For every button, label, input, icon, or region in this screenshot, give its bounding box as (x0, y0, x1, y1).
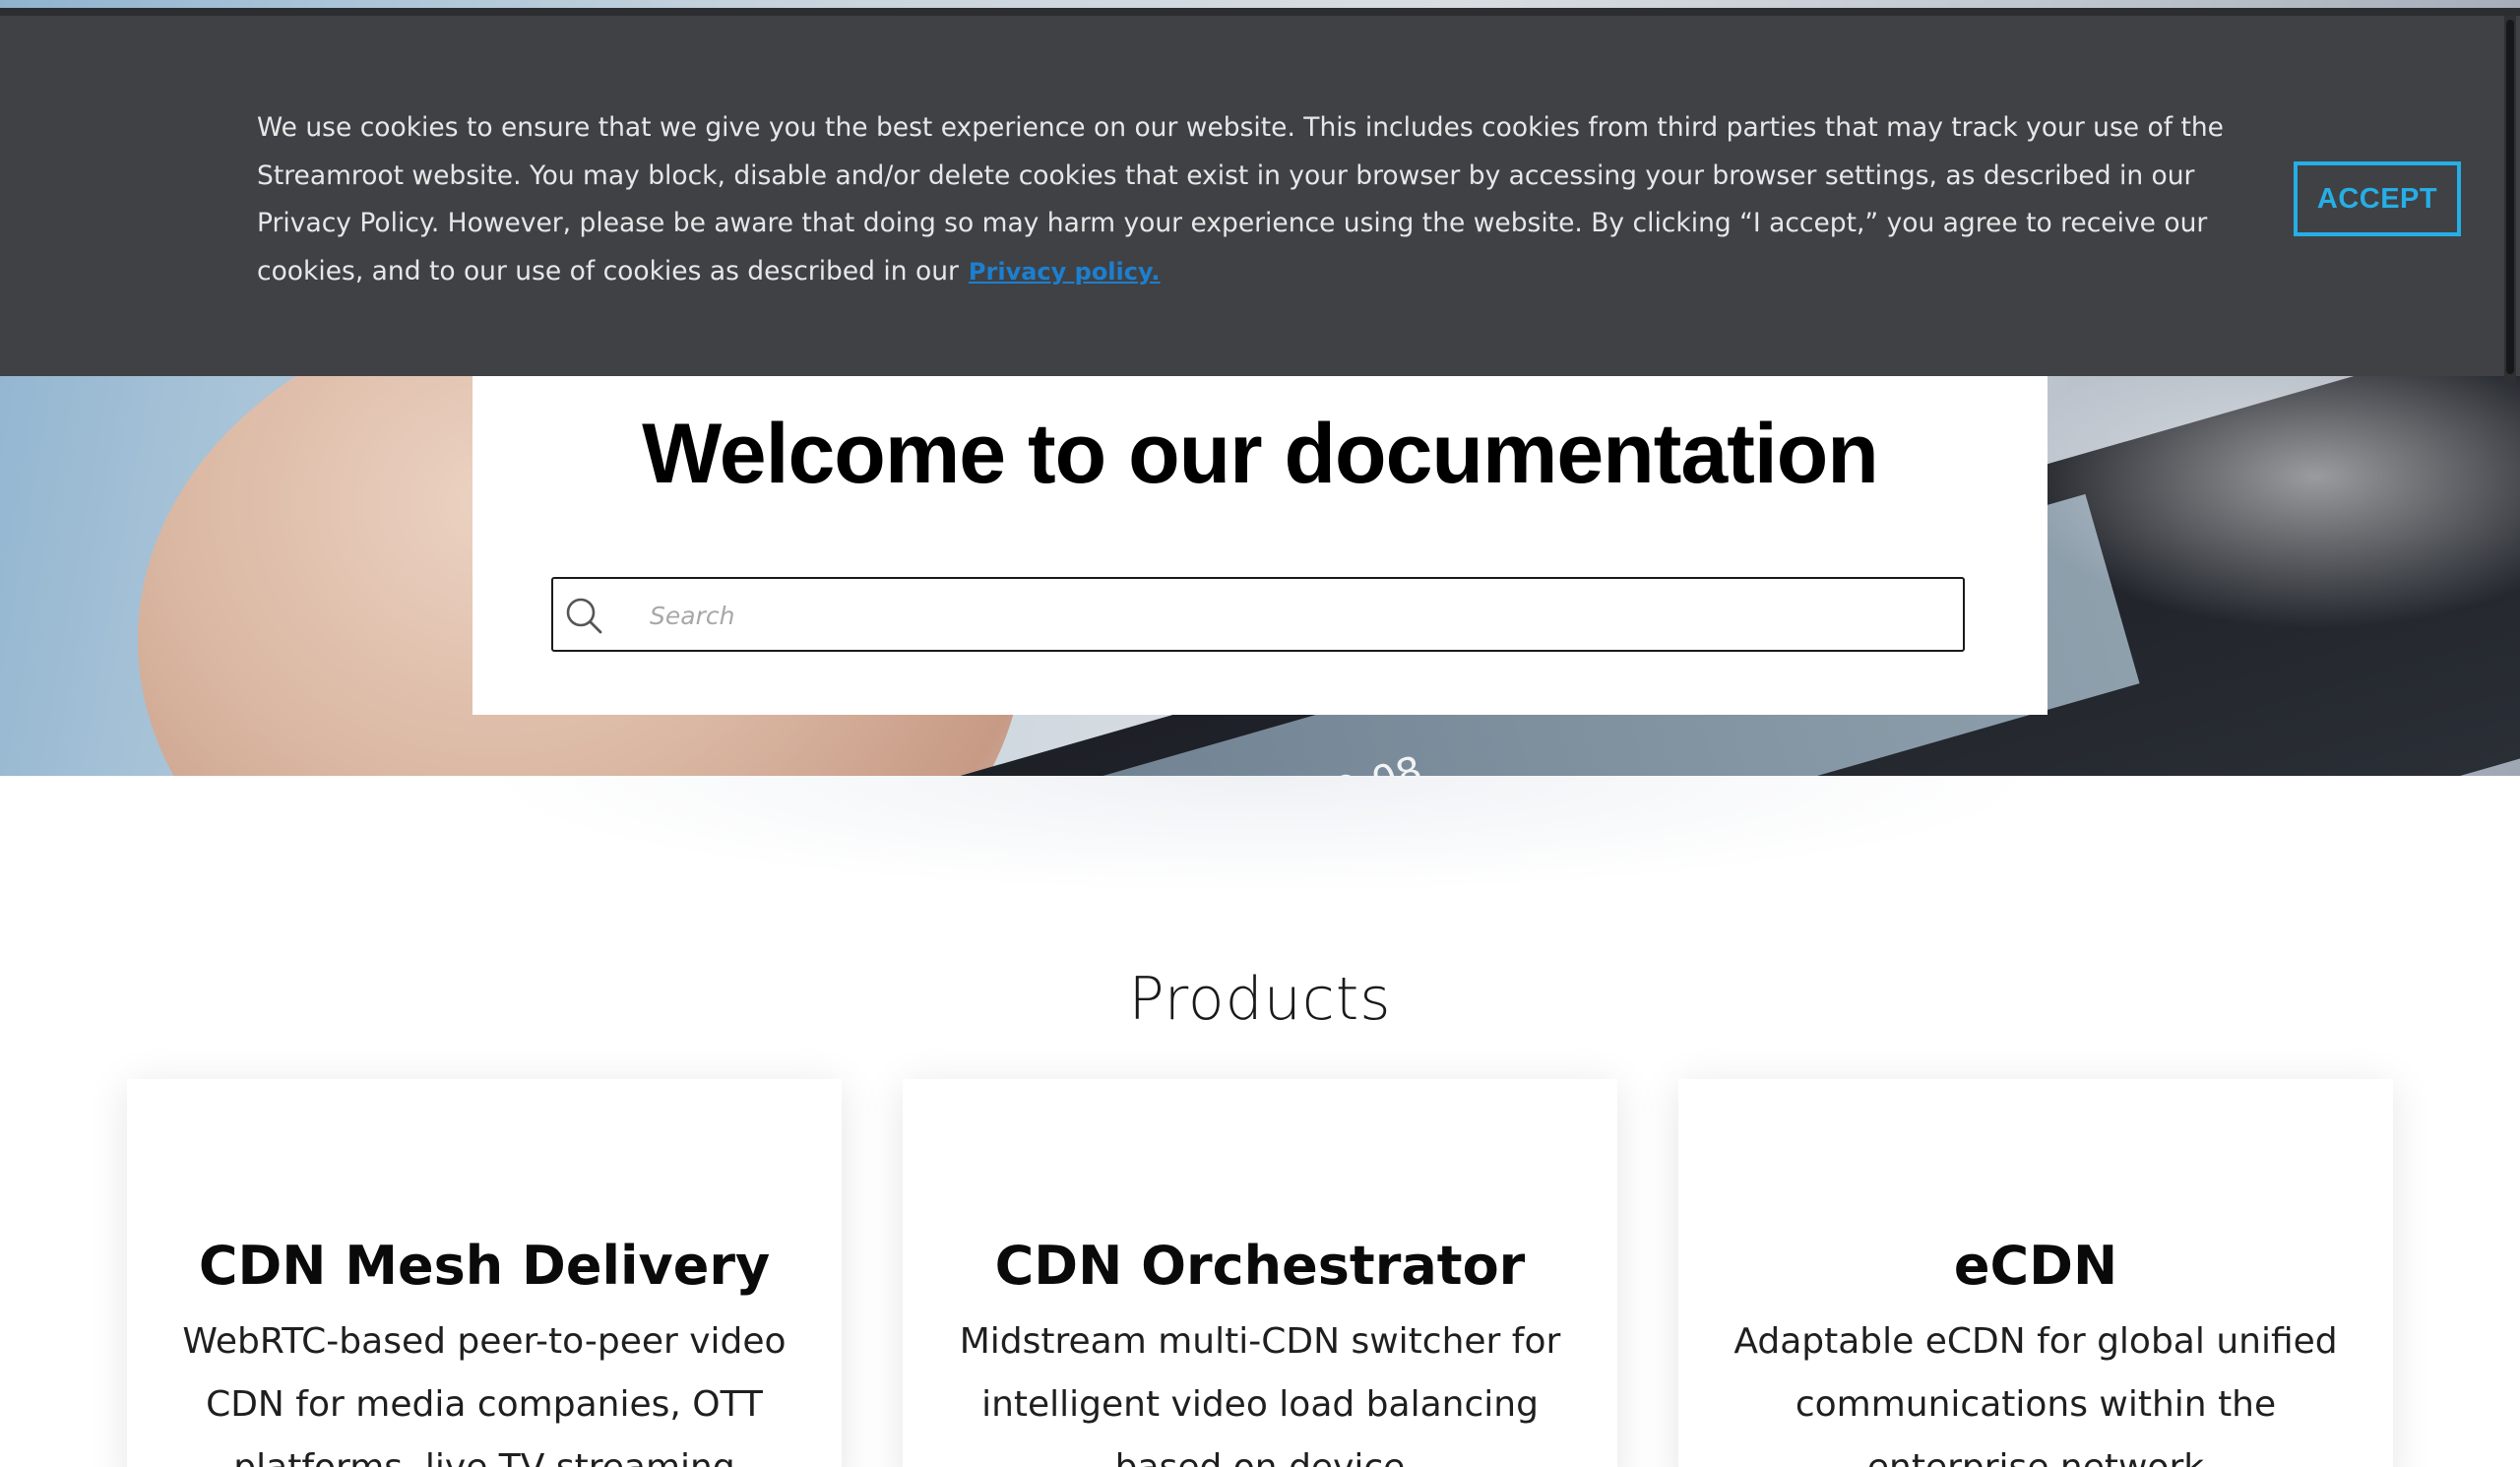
cookie-notice-text: We use cookies to ensure that we give yo… (257, 112, 2224, 287)
cookie-notice: We use cookies to ensure that we give yo… (257, 104, 2226, 295)
cookie-banner: We use cookies to ensure that we give yo… (0, 8, 2520, 384)
welcome-card: Welcome to our documentation (472, 335, 2048, 715)
product-title[interactable]: CDN Orchestrator (903, 1079, 1617, 1297)
scrollbar-thumb[interactable] (2506, 20, 2514, 374)
search-icon[interactable] (563, 595, 606, 638)
scrollbar[interactable] (2504, 16, 2516, 384)
product-description: Midstream multi-CDN switcher for intelli… (959, 1321, 1561, 1467)
product-card-cdn-mesh-delivery[interactable]: CDN Mesh Delivery WebRTC-based peer-to-p… (127, 1079, 842, 1467)
privacy-policy-link[interactable]: Privacy policy. (969, 258, 1161, 286)
search-box[interactable] (551, 577, 1965, 652)
product-title[interactable]: CDN Mesh Delivery (127, 1079, 842, 1297)
hero-glare (2008, 374, 2520, 630)
product-title[interactable]: eCDN (1678, 1079, 2393, 1297)
product-card-cdn-orchestrator[interactable]: CDN Orchestrator Midstream multi-CDN swi… (903, 1079, 1617, 1467)
product-description: Adaptable eCDN for global unified commun… (1733, 1321, 2338, 1467)
product-description: WebRTC-based peer-to-peer video CDN for … (182, 1321, 787, 1467)
search-input[interactable] (648, 579, 1931, 652)
product-card-ecdn[interactable]: eCDN Adaptable eCDN for global unified c… (1678, 1079, 2393, 1467)
hero-shadow (472, 776, 2048, 894)
products-heading: Products (1128, 965, 1392, 1034)
accept-cookies-button[interactable]: ACCEPT (2294, 161, 2461, 236)
